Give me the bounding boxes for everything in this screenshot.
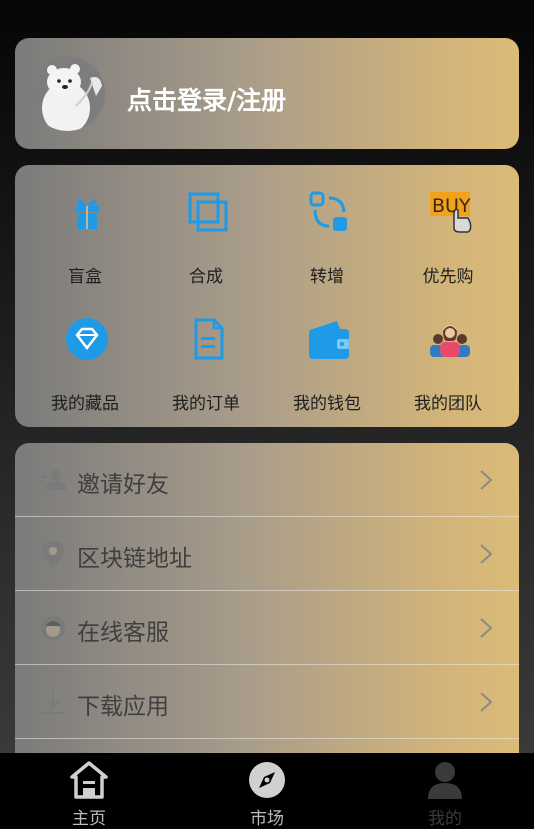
settings-menu: 邀请好友 区块链地址 在线客服 下载应用 [15,443,519,773]
menu-item-blockchain-address[interactable]: 区块链地址 [15,517,519,591]
menu-item-online-support[interactable]: 在线客服 [15,591,519,665]
shortcut-label: 优先购 [422,267,474,287]
tab-label: 市场 [250,809,284,829]
chevron-right-icon [480,544,493,564]
shortcut-transfer[interactable]: 转增 [277,190,377,300]
buy-icon: BUY [430,192,472,233]
shortcut-label: 我的团队 [414,394,482,414]
shortcut-my-team[interactable]: 我的团队 [398,317,498,427]
home-icon [70,761,108,799]
shortcut-my-collection[interactable]: 我的藏品 [35,317,135,427]
tab-home[interactable]: 主页 [29,753,149,829]
menu-item-label: 区块链地址 [77,546,192,572]
shortcut-blind-box[interactable]: 盲盒 [35,190,135,300]
tab-market[interactable]: 市场 [207,753,327,829]
polar-bear-avatar-icon [30,56,105,131]
profile-card[interactable]: 点击登录/注册 [15,38,519,149]
add-user-icon [39,470,66,490]
shortcut-label: 我的藏品 [51,394,119,414]
shortcut-my-wallet[interactable]: 我的钱包 [277,317,377,427]
chevron-right-icon [480,692,493,712]
menu-item-label: 下载应用 [77,694,169,720]
download-icon [42,691,64,714]
menu-item-download-app[interactable]: 下载应用 [15,665,519,739]
shortcut-label: 合成 [189,267,223,287]
shortcut-my-orders[interactable]: 我的订单 [156,317,256,427]
shortcut-priority-buy[interactable]: BUY 优先购 [398,190,498,300]
svg-text:BUY: BUY [432,195,471,217]
tab-label: 主页 [72,809,106,829]
compass-icon [249,762,285,798]
shortcut-compose[interactable]: 合成 [156,190,256,300]
support-agent-icon [41,616,65,640]
shortcut-label: 我的订单 [172,394,240,414]
avatar[interactable] [30,56,105,131]
tab-mine[interactable]: 我的 [385,753,505,829]
shortcut-label: 盲盒 [68,267,102,287]
shortcut-label: 我的钱包 [293,394,361,414]
document-icon [194,318,224,360]
bottom-tab-bar: 主页 市场 我的 [0,753,534,829]
wallet-icon [309,321,349,359]
shortcut-label: 转增 [310,267,344,287]
gift-icon [75,199,99,229]
location-pin-icon [42,541,64,567]
menu-item-invite-friends[interactable]: 邀请好友 [15,443,519,517]
menu-item-label: 邀请好友 [77,472,169,498]
login-register-link[interactable]: 点击登录/注册 [127,81,286,117]
diamond-icon [66,318,108,360]
chevron-right-icon [480,470,493,490]
team-icon [430,325,470,357]
user-icon [428,762,462,799]
tab-label: 我的 [428,809,462,829]
chevron-right-icon [480,618,493,638]
menu-item-label: 在线客服 [77,620,169,646]
transfer-icon [309,191,347,231]
layers-icon [188,192,228,232]
shortcut-grid: 盲盒 合成 转增 BUY 优先购 我的藏品 我的订单 我的钱包 我的团队 [15,165,519,427]
